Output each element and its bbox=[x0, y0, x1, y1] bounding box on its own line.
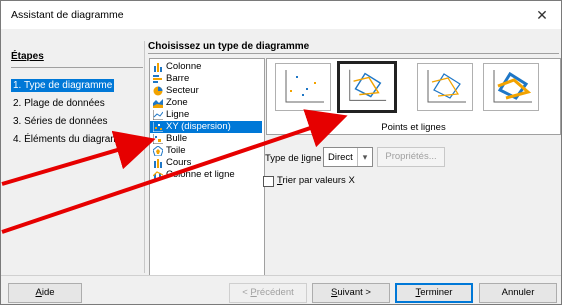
chart-type-label: Colonne et ligne bbox=[166, 169, 235, 180]
step-data-range[interactable]: 2. Plage de données bbox=[11, 97, 107, 110]
chart-type-pie[interactable]: Secteur bbox=[150, 85, 262, 97]
chart-type-column-line[interactable]: Colonne et ligne bbox=[150, 169, 262, 181]
pie-chart-icon bbox=[153, 86, 163, 96]
step-data-series[interactable]: 3. Séries de données bbox=[11, 115, 110, 128]
steps-divider bbox=[11, 67, 143, 68]
line-chart-icon bbox=[153, 110, 163, 120]
cancel-button[interactable]: Annuler bbox=[479, 283, 557, 303]
chart-type-stock[interactable]: Cours bbox=[150, 157, 262, 169]
properties-button[interactable]: Propriétés... bbox=[377, 147, 445, 167]
chart-type-label: Ligne bbox=[166, 109, 190, 120]
screenshot-root: Assistant de diagramme ✕ Étapes 1. Type … bbox=[0, 0, 562, 305]
chart-type-label: Secteur bbox=[166, 85, 199, 96]
line-type-value: Direct bbox=[328, 152, 353, 163]
chart-type-xy-scatter[interactable]: XY (dispersion) bbox=[150, 121, 262, 133]
variant-label: Points et lignes bbox=[381, 122, 446, 133]
title-bar: Assistant de diagramme ✕ bbox=[1, 1, 561, 29]
scatter-points-lines-icon bbox=[349, 69, 387, 101]
help-button[interactable]: Aide bbox=[8, 283, 82, 303]
chart-type-label: Bulle bbox=[166, 133, 188, 144]
close-icon[interactable]: ✕ bbox=[533, 6, 551, 24]
chart-type-net[interactable]: Toile bbox=[150, 145, 262, 157]
bar-chart-icon bbox=[153, 75, 162, 83]
scatter-points-icon bbox=[285, 70, 324, 103]
step-chart-elements[interactable]: 4. Éléments du diagramme bbox=[11, 133, 135, 146]
variant-3d-lines[interactable] bbox=[483, 63, 539, 111]
net-chart-icon bbox=[153, 146, 163, 156]
variant-lines-only[interactable] bbox=[417, 63, 473, 111]
chart-type-heading: Choisissez un type de diagramme bbox=[148, 41, 310, 52]
window-title: Assistant de diagramme bbox=[11, 9, 124, 21]
chart-wizard-dialog: Assistant de diagramme ✕ Étapes 1. Type … bbox=[0, 0, 562, 305]
chart-type-list[interactable]: Colonne Barre Secteur Zone Ligne XY (dis… bbox=[149, 58, 265, 276]
scatter-lines-icon bbox=[427, 70, 466, 103]
sort-by-x-label: Trier par valeurs X bbox=[277, 175, 355, 186]
column-chart-icon bbox=[154, 63, 162, 72]
chart-type-label: Colonne bbox=[166, 61, 202, 72]
footer-divider bbox=[1, 275, 561, 276]
column-line-chart-icon bbox=[153, 171, 163, 180]
chart-type-label: XY (dispersion) bbox=[166, 121, 231, 132]
chart-type-area[interactable]: Zone bbox=[150, 97, 262, 109]
sort-by-x-checkbox[interactable] bbox=[263, 176, 274, 187]
variant-points-only[interactable] bbox=[275, 63, 331, 111]
next-button[interactable]: Suivant > bbox=[312, 283, 390, 303]
chart-type-label: Toile bbox=[166, 145, 186, 156]
chart-type-label: Cours bbox=[166, 157, 192, 168]
area-chart-icon bbox=[153, 99, 163, 108]
scatter-3d-lines-icon bbox=[493, 70, 532, 103]
steps-panel: Étapes 1. Type de diagramme 2. Plage de … bbox=[5, 29, 143, 275]
bubble-chart-icon bbox=[153, 134, 163, 144]
line-type-select[interactable]: Direct ▾ bbox=[323, 147, 373, 167]
chart-type-bubble[interactable]: Bulle bbox=[150, 133, 262, 145]
chart-type-column[interactable]: Colonne bbox=[150, 61, 262, 73]
step-chart-type[interactable]: 1. Type de diagramme bbox=[11, 79, 115, 92]
xy-scatter-icon bbox=[153, 122, 163, 132]
chart-type-label: Barre bbox=[166, 73, 190, 84]
panel-separator bbox=[144, 41, 145, 273]
line-type-label: Type de ligne bbox=[265, 153, 322, 164]
steps-title: Étapes bbox=[11, 51, 44, 62]
stock-chart-icon bbox=[154, 159, 162, 168]
heading-divider bbox=[148, 53, 559, 54]
finish-button[interactable]: Terminer bbox=[395, 283, 473, 303]
chart-variant-panel: Points et lignes bbox=[266, 58, 561, 135]
chevron-down-icon[interactable]: ▾ bbox=[357, 148, 372, 166]
variant-points-and-lines[interactable] bbox=[337, 61, 397, 113]
chart-type-label: Zone bbox=[166, 97, 188, 108]
chart-type-line[interactable]: Ligne bbox=[150, 109, 262, 121]
chart-type-bar[interactable]: Barre bbox=[150, 73, 262, 85]
previous-button[interactable]: < Précédent bbox=[229, 283, 307, 303]
